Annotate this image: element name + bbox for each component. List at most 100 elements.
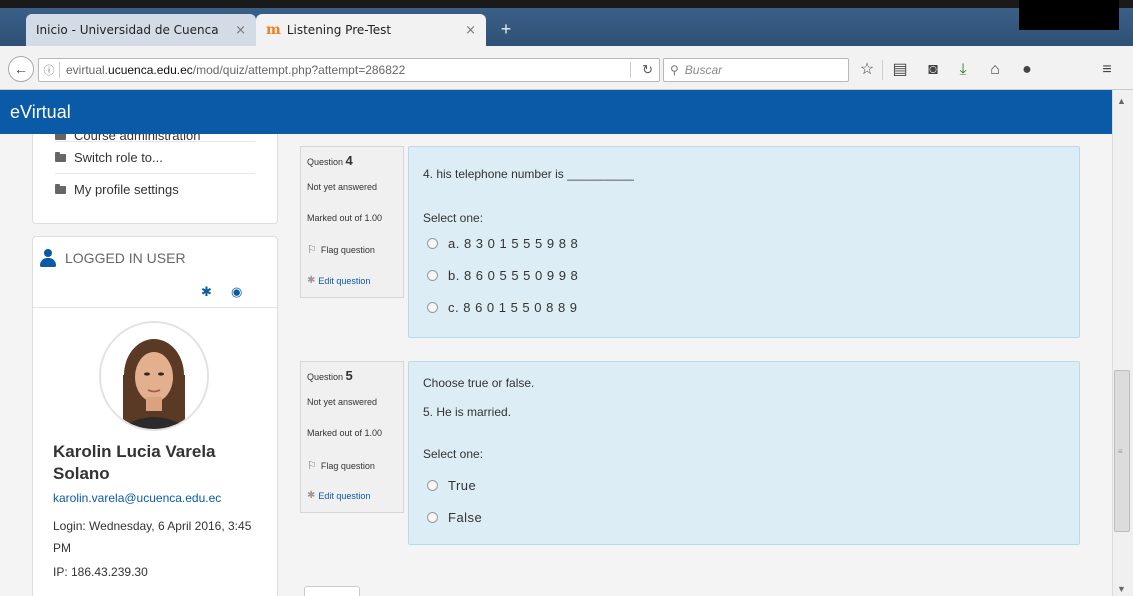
option-label: b. 8 6 0 5 5 5 0 9 9 8 [448,268,579,283]
radio-button[interactable] [427,302,438,313]
site-header: eVirtual [0,90,1112,134]
question-number-line: Question 4 [307,153,353,168]
question-label: Question [307,372,344,382]
divider [33,307,277,308]
url-prefix: evirtual. [66,63,109,77]
option-label: True [448,478,477,493]
tab-inicio[interactable]: Inicio - Universidad de Cuenca × [26,14,256,46]
folder-icon [55,183,66,194]
moodle-favicon-icon: m [266,22,281,38]
question-marks: Marked out of 1.00 [307,213,383,223]
user-block-header: LOGGED IN USER [39,249,186,267]
browser-tab-bar: Inicio - Universidad de Cuenca × m Liste… [0,0,1133,46]
download-icon[interactable]: ⤓ [952,60,974,80]
answer-option-true[interactable]: True [427,478,476,493]
flag-icon: ⚐ [307,244,317,256]
option-label: c. 8 6 0 1 5 5 0 8 8 9 [448,300,578,315]
admin-item-label: My profile settings [74,182,179,197]
radio-button[interactable] [427,270,438,281]
administration-block: Course administration Switch role to... … [32,134,278,224]
radio-button[interactable] [427,480,438,491]
question-number-line: Question 5 [307,368,353,383]
reload-icon[interactable]: ↻ [642,62,653,78]
eye-icon[interactable]: ◉ [231,284,242,300]
search-bar[interactable]: ⚲ Buscar [663,58,849,82]
option-label: a. 8 3 0 1 5 5 5 9 8 8 [448,236,579,251]
star-icon[interactable]: ☆ [856,60,878,80]
admin-item-profile-settings[interactable]: My profile settings [55,173,255,205]
folder-icon [55,134,66,140]
radio-button[interactable] [427,238,438,249]
edit-question-link[interactable]: ✱ Edit question [307,490,370,501]
question-status: Not yet answered [307,397,378,407]
url-path: /mod/quiz/attempt.php?attempt=286822 [192,63,406,77]
question-number: 5 [345,368,353,383]
menu-icon[interactable]: ≡ [1096,60,1118,80]
flag-question-label: Flag question [320,460,375,471]
gear-icon: ✱ [307,490,316,501]
admin-item-label: Switch role to... [74,150,163,165]
folder-icon [55,151,66,162]
scroll-up-icon[interactable]: ▲ [1117,96,1126,106]
new-tab-button[interactable]: + [494,18,518,40]
avatar-portrait [101,323,207,429]
url-domain: ucuenca.edu.ec [108,63,193,77]
answer-option-false[interactable]: False [427,510,482,525]
avatar [99,321,209,431]
admin-item-switch-role[interactable]: Switch role to... [55,141,255,173]
gear-icon: ✱ [307,275,316,286]
pocket-icon[interactable]: ◙ [922,60,944,80]
tab-listening-pre-test[interactable]: m Listening Pre-Test × [256,14,486,46]
site-title[interactable]: eVirtual [10,102,71,122]
home-icon[interactable]: ⌂ [984,60,1006,80]
question-content-5: Choose true or false. 5. He is married. … [408,361,1080,545]
next-page-button[interactable] [304,586,360,596]
question-prompt: Choose true or false. [423,376,535,390]
question-marks: Marked out of 1.00 [307,428,383,438]
user-login-time: Login: Wednesday, 6 April 2016, 3:45 PM [53,519,252,555]
url-text: evirtual.ucuenca.edu.ec/mod/quiz/attempt… [66,63,659,77]
question-label: Question [307,157,344,167]
scroll-grip-icon: ≡ [1118,447,1123,456]
edit-question-link[interactable]: ✱ Edit question [307,275,370,286]
question-info-4: Question 4 Not yet answered Marked out o… [300,146,404,298]
question-info-5: Question 5 Not yet answered Marked out o… [300,361,404,513]
user-ip-address: IP: 186.43.239.30 [53,565,148,579]
edit-question-label: Edit question [318,275,371,286]
address-bar[interactable]: ⓘ evirtual.ucuenca.edu.ec/mod/quiz/attem… [38,58,660,82]
close-tab-icon[interactable]: × [465,23,476,38]
flag-question-label: Flag question [320,244,375,255]
user-block-title: LOGGED IN USER [65,250,186,266]
scroll-down-icon[interactable]: ▼ [1117,584,1126,594]
tab-title: Inicio - Universidad de Cuenca [36,23,219,37]
question-text: 4. his telephone number is __________ [423,167,634,181]
search-placeholder: Buscar [684,63,723,77]
gear-icon[interactable]: ✱ [201,284,212,300]
user-full-name: Karolin Lucia Varela Solano [53,442,216,483]
toolbar-divider [882,60,883,80]
question-text: 5. He is married. [423,405,512,419]
info-icon[interactable]: ⓘ [39,62,59,78]
radio-button[interactable] [427,512,438,523]
back-icon: ← [14,61,28,77]
close-tab-icon[interactable]: × [235,23,246,38]
answer-option-c[interactable]: c. 8 6 0 1 5 5 0 8 8 9 [427,300,578,315]
reload-separator [630,62,631,78]
flag-question-button[interactable]: ⚐ Flag question [307,243,375,256]
answer-option-b[interactable]: b. 8 6 0 5 5 5 0 9 9 8 [427,268,578,283]
flag-icon: ⚐ [307,460,317,472]
flag-question-button[interactable]: ⚐ Flag question [307,459,375,472]
window-controls [1019,0,1119,30]
chat-icon[interactable]: ● [1016,60,1038,80]
select-one-label: Select one: [423,211,484,225]
question-number: 4 [345,153,353,168]
tab-title: Listening Pre-Test [286,23,392,37]
answer-option-a[interactable]: a. 8 3 0 1 5 5 5 9 8 8 [427,236,578,251]
reading-list-icon[interactable]: ▤ [889,60,911,80]
page-content: Course administration Switch role to... … [0,134,1112,596]
question-content-4: 4. his telephone number is __________ Se… [408,146,1080,338]
navigation-toolbar: ← ⓘ evirtual.ucuenca.edu.ec/mod/quiz/att… [0,46,1133,90]
back-button[interactable]: ← [8,56,34,82]
user-email-link[interactable]: karolin.varela@ucuenca.edu.ec [53,491,221,505]
option-label: False [448,510,483,525]
